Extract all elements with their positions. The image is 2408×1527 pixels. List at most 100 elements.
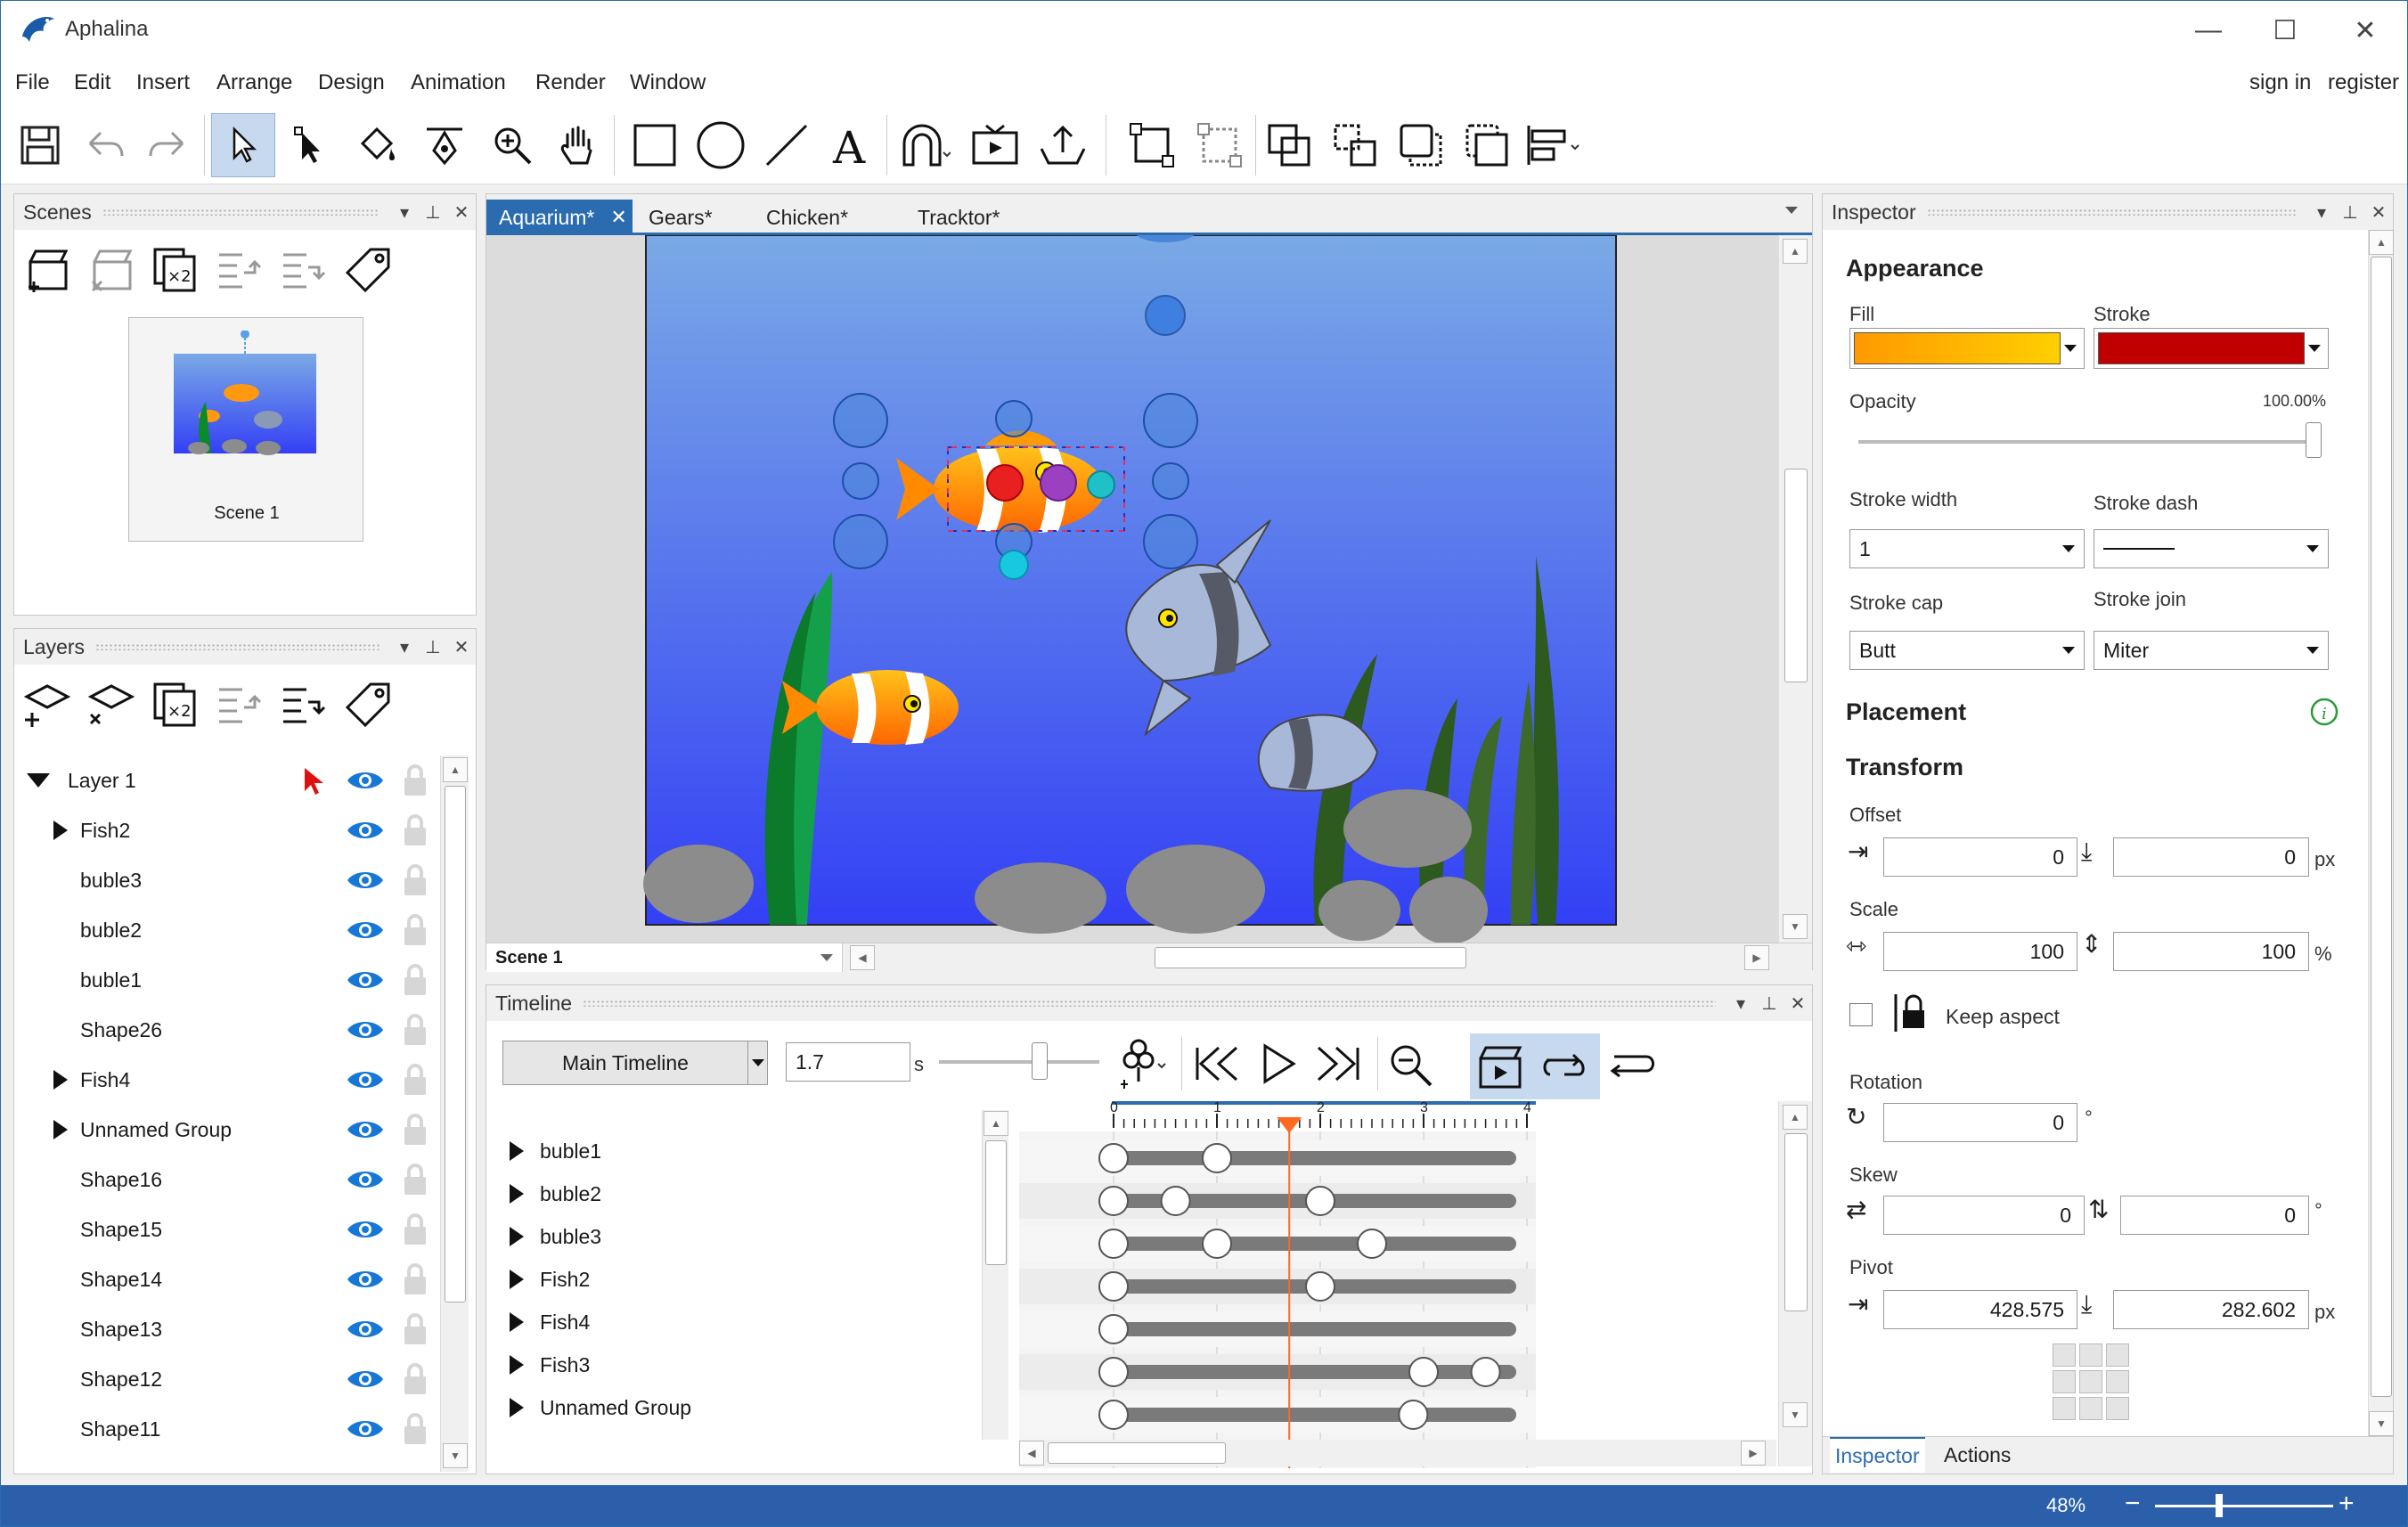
node-select-tool-icon[interactable] [277,113,341,177]
scroll-up-arrow-icon[interactable]: ▲ [443,757,468,782]
layer-row-root[interactable]: Layer 1 [14,755,437,805]
scene-selector[interactable]: Scene 1 [486,943,843,972]
scroll-thumb[interactable] [1784,469,1808,682]
lock-icon[interactable] [401,1213,429,1246]
save-icon[interactable] [8,113,72,177]
pin-icon[interactable]: ⊥ [419,201,447,224]
dropdown-caret-icon[interactable] [2305,332,2324,364]
zoom-out-icon[interactable] [1386,1041,1436,1090]
panel-grip[interactable] [1926,208,2297,216]
panel-grip[interactable] [583,1000,1716,1007]
menu-insert[interactable]: Insert [136,67,190,99]
panel-menu-icon[interactable]: ▾ [390,201,419,224]
keyframe[interactable] [1098,1186,1129,1216]
keyframe[interactable] [1202,1143,1232,1173]
rectangle-tool-icon[interactable] [623,113,687,177]
lock-icon[interactable] [401,1063,429,1097]
pen-tool-icon[interactable] [412,113,477,177]
layer-row[interactable]: Shape13 [14,1304,437,1354]
export-icon[interactable] [1031,113,1095,177]
keyframe[interactable] [1098,1314,1129,1344]
keyframe[interactable] [1305,1271,1335,1302]
scroll-up-arrow-icon[interactable]: ▲ [1783,1105,1808,1130]
visibility-eye-icon[interactable] [346,867,385,894]
fill-bucket-icon[interactable] [345,113,409,177]
pin-icon[interactable]: ⊥ [2336,201,2364,224]
scroll-down-arrow-icon[interactable]: ▼ [2369,1411,2394,1436]
loop-icon[interactable] [1538,1044,1591,1089]
ellipse-tool-icon[interactable] [689,113,753,177]
lock-icon[interactable] [401,1262,429,1296]
anchor-cell[interactable] [2079,1397,2102,1420]
expand-triangle-icon[interactable] [53,1070,80,1090]
stroke-cap-select[interactable]: Butt [1849,631,2085,670]
tab-close-icon[interactable]: ✕ [610,206,626,229]
menu-render[interactable]: Render [535,67,606,99]
lock-icon[interactable] [401,813,429,847]
time-input[interactable]: 1.7 [786,1042,910,1082]
timeline-track-name-row[interactable]: Fish4 [486,1301,1003,1343]
keyframe[interactable] [1098,1400,1129,1430]
lock-icon[interactable] [401,764,429,797]
keyframe[interactable] [1160,1186,1191,1216]
layer-row[interactable]: Shape16 [14,1155,437,1204]
timeline-track-name-row[interactable]: Fish3 [486,1343,1003,1386]
panel-close-icon[interactable]: ✕ [447,201,476,224]
bring-forward-icon[interactable] [1389,113,1453,177]
tab-gears[interactable]: Gears* [636,200,725,235]
scroll-thumb[interactable] [2371,257,2392,1397]
delete-layer-icon[interactable] [87,681,135,729]
visibility-eye-icon[interactable] [346,917,385,943]
move-layer-down-icon[interactable] [280,681,328,729]
send-backward-icon[interactable] [1455,113,1519,177]
keyframe[interactable] [1098,1357,1129,1387]
sign-in-link[interactable]: sign in [2249,67,2311,99]
tab-aquarium[interactable]: Aquarium* ✕ [486,200,633,235]
pin-icon[interactable]: ⊥ [1755,992,1784,1015]
expand-triangle-icon[interactable] [510,1227,524,1246]
slider-thumb[interactable] [2306,422,2322,458]
layer-row[interactable]: Shape11 [14,1404,437,1454]
expand-triangle-icon[interactable] [510,1141,524,1161]
tabs-overflow-icon[interactable] [1785,207,1798,214]
lock-icon[interactable] [401,1163,429,1196]
scroll-up-arrow-icon[interactable]: ▲ [2369,230,2394,255]
menu-file[interactable]: File [15,67,50,99]
skew-x-input[interactable]: 0 [1883,1196,2085,1235]
keyframe[interactable] [1098,1229,1129,1259]
go-to-start-icon[interactable] [1192,1041,1242,1087]
hscroll-thumb[interactable] [1048,1442,1226,1464]
text-tool-icon[interactable]: A [817,113,881,177]
tab-inspector[interactable]: Inspector [1830,1437,1925,1473]
pivot-x-input[interactable]: 428.575 [1883,1290,2077,1329]
scroll-thumb[interactable] [985,1140,1007,1265]
magnet-snap-icon[interactable] [892,113,956,177]
expand-triangle-icon[interactable] [53,1120,80,1139]
scroll-left-arrow-icon[interactable]: ◀ [850,945,875,970]
preview-tv-icon[interactable] [963,113,1027,177]
scroll-down-arrow-icon[interactable]: ▼ [1783,914,1808,939]
play-once-icon[interactable] [1607,1044,1661,1089]
timeline-tracks[interactable]: 0 1 2 3 4 [1019,1101,1767,1468]
layer-row[interactable]: Unnamed Group [14,1105,437,1155]
zoom-slider[interactable] [2155,1494,2333,1517]
keyframe[interactable] [1408,1357,1439,1387]
layer-row[interactable]: buble1 [14,955,437,1005]
opacity-slider[interactable] [1858,422,2322,458]
anchor-cell[interactable] [2053,1370,2076,1393]
tab-tracktor[interactable]: Tracktor* [905,200,1012,235]
anchor-cell[interactable] [2106,1370,2129,1393]
keyframe[interactable] [1470,1357,1501,1387]
panel-close-icon[interactable]: ✕ [1784,992,1812,1015]
scale-x-input[interactable]: 100 [1883,932,2077,971]
timeline-track-name-row[interactable]: Unnamed Group [486,1386,1003,1429]
offset-x-input[interactable]: 0 [1883,837,2077,877]
layer-row[interactable]: Shape15 [14,1204,437,1254]
duplicate-layer-icon[interactable]: ×2 [151,681,200,729]
zoom-tool-icon[interactable] [480,113,544,177]
move-scene-down-icon[interactable] [280,246,328,294]
visibility-eye-icon[interactable] [346,1266,385,1293]
track-bar[interactable] [1114,1365,1516,1379]
layer-row[interactable]: Shape14 [14,1254,437,1304]
offset-y-input[interactable]: 0 [2113,837,2309,877]
